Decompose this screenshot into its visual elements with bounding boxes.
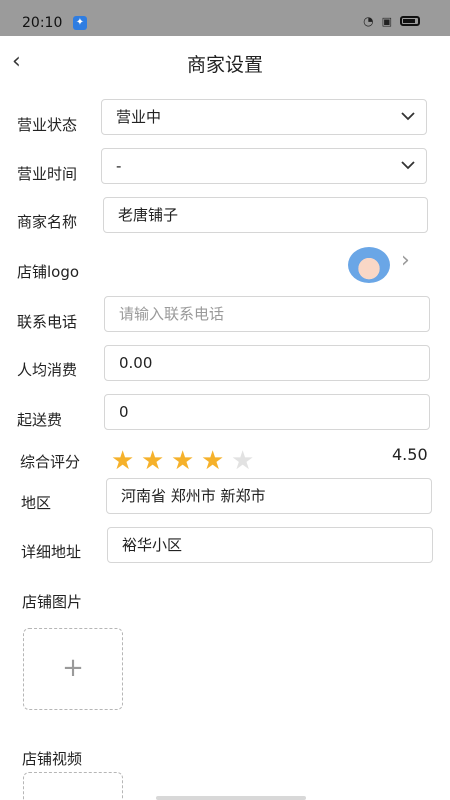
business-status-value: 营业中 — [116, 108, 162, 126]
rating-stars: ★ ★ ★ ★ ★ — [111, 448, 259, 474]
min-delivery-input[interactable]: 0 — [104, 394, 430, 430]
rating-label: 综合评分 — [20, 453, 81, 471]
avg-spend-input[interactable]: 0.00 — [104, 345, 430, 381]
star-empty-icon[interactable]: ★ — [231, 448, 259, 474]
chevron-down-icon — [401, 161, 415, 170]
business-hours-select[interactable]: - — [101, 148, 427, 184]
store-video-upload[interactable] — [23, 772, 123, 800]
region-label: 地区 — [21, 494, 52, 512]
screen-icon: ▣ — [381, 14, 392, 28]
address-label: 详细地址 — [21, 543, 82, 561]
star-filled-icon[interactable]: ★ — [141, 448, 169, 474]
region-picker[interactable]: 河南省 郑州市 新郑市 — [106, 478, 432, 514]
rating-value: 4.50 — [392, 445, 428, 464]
contact-phone-input[interactable]: 请输入联系电话 — [104, 296, 430, 332]
page-title: 商家设置 — [186, 54, 263, 76]
business-status-label: 营业状态 — [17, 116, 78, 134]
status-time: 20:10 — [22, 15, 63, 31]
wifi-icon: ◔ — [363, 14, 374, 28]
chevron-down-icon — [401, 112, 415, 121]
store-image-upload[interactable]: + — [23, 628, 123, 710]
star-filled-icon[interactable]: ★ — [201, 448, 229, 474]
battery-icon — [400, 16, 420, 26]
avg-spend-label: 人均消费 — [17, 361, 78, 379]
store-logo-label: 店铺logo — [17, 263, 80, 281]
business-status-select[interactable]: 营业中 — [101, 99, 427, 135]
business-hours-value: - — [116, 157, 122, 175]
min-delivery-label: 起送费 — [17, 411, 63, 429]
chevron-right-icon[interactable]: › — [401, 248, 417, 273]
app-notification-icon: ✦ — [73, 16, 87, 30]
contact-phone-label: 联系电话 — [17, 313, 78, 331]
status-bar: 20:10 ✦ ◔ ▣ — [0, 0, 450, 36]
business-hours-label: 营业时间 — [17, 165, 78, 183]
store-logo-avatar[interactable] — [348, 247, 390, 283]
merchant-name-input[interactable]: 老唐铺子 — [103, 197, 428, 233]
status-icons: ◔ ▣ — [363, 14, 420, 28]
star-filled-icon[interactable]: ★ — [111, 448, 139, 474]
home-indicator — [156, 796, 306, 800]
navigation-bar: ‹ 商家设置 — [0, 36, 450, 90]
address-input[interactable]: 裕华小区 — [107, 527, 433, 563]
store-video-label: 店铺视频 — [22, 750, 83, 768]
store-images-label: 店铺图片 — [22, 593, 83, 611]
merchant-name-label: 商家名称 — [17, 213, 78, 231]
star-filled-icon[interactable]: ★ — [171, 448, 199, 474]
plus-icon: + — [62, 653, 84, 683]
